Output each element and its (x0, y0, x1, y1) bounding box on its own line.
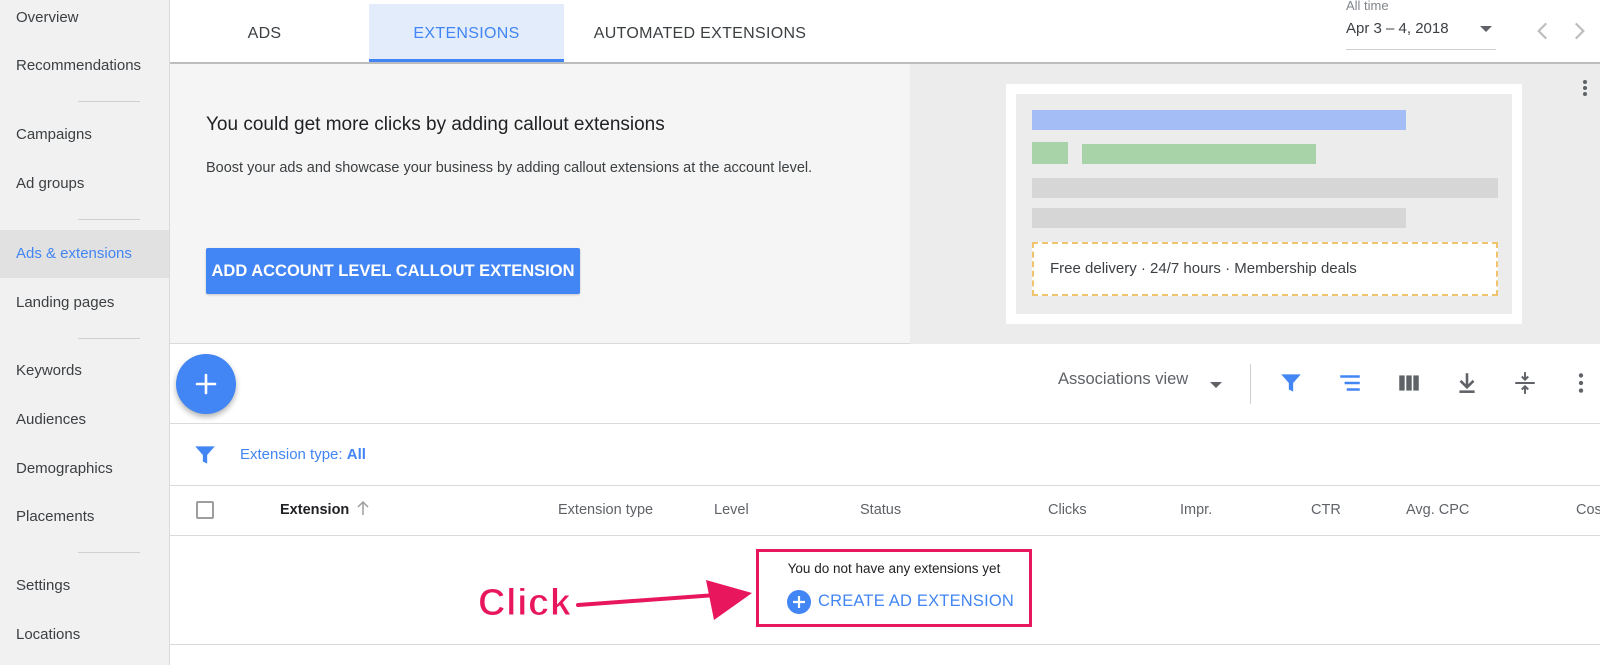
plus-icon (195, 373, 217, 395)
sidebar-item-demographics[interactable]: Demographics (0, 445, 169, 493)
more-options-icon[interactable] (1568, 370, 1594, 396)
chevron-left-icon[interactable] (1530, 18, 1556, 44)
empty-state-message: You do not have any extensions yet (787, 561, 1001, 576)
caret-down-icon[interactable] (1210, 382, 1222, 388)
preview-text-bar (1032, 178, 1498, 198)
sidebar-item-audiences[interactable]: Audiences (0, 396, 169, 444)
callout-recommendation-card: You could get more clicks by adding call… (170, 64, 1600, 344)
preview-callouts: Free delivery · 24/7 hours · Membership … (1032, 242, 1498, 296)
caret-down-icon (1480, 26, 1492, 32)
sidebar-item-campaigns[interactable]: Campaigns (0, 111, 169, 159)
sidebar-item-ad-groups[interactable]: Ad groups (0, 160, 169, 208)
date-range-caption: All time (1346, 0, 1389, 13)
annotation-label: Click (477, 582, 572, 625)
column-header-avg-cpc[interactable]: Avg. CPC (1406, 502, 1469, 518)
sidebar-divider (78, 219, 140, 220)
table-toolbar: Associations view (170, 344, 1600, 424)
column-header-extension-type[interactable]: Extension type (558, 502, 653, 518)
filter-icon[interactable] (192, 442, 218, 468)
sidebar: Overview Recommendations Campaigns Ad gr… (0, 0, 170, 665)
sort-ascending-icon[interactable] (356, 500, 370, 516)
view-selector[interactable]: Associations view (1058, 370, 1188, 389)
filter-row: Extension type: All (170, 424, 1600, 486)
segment-icon[interactable] (1337, 370, 1363, 396)
column-header-extension[interactable]: Extension (280, 502, 349, 518)
chevron-right-icon[interactable] (1566, 18, 1592, 44)
sidebar-item-ads-extensions[interactable]: Ads & extensions (0, 230, 169, 278)
add-callout-extension-button[interactable]: ADD ACCOUNT LEVEL CALLOUT EXTENSION (206, 248, 580, 294)
tab-bar: ADS EXTENSIONS AUTOMATED EXTENSIONS All … (170, 0, 1600, 64)
select-all-checkbox[interactable] (196, 501, 214, 519)
table-header: Extension Extension type Level Status Cl… (170, 486, 1600, 536)
columns-icon[interactable] (1396, 370, 1422, 396)
tab-extensions[interactable]: EXTENSIONS (369, 4, 564, 62)
filter-label: Extension type: (240, 446, 343, 463)
sidebar-item-recommendations[interactable]: Recommendations (0, 42, 169, 90)
date-range-value: Apr 3 – 4, 2018 (1346, 20, 1449, 37)
sidebar-divider (78, 101, 140, 102)
add-circle-icon (787, 590, 811, 614)
column-header-impressions[interactable]: Impr. (1180, 502, 1212, 518)
column-header-status[interactable]: Status (860, 502, 901, 518)
recommendation-content: You could get more clicks by adding call… (170, 64, 910, 344)
sidebar-divider (78, 338, 140, 339)
annotation-arrow-icon (576, 580, 752, 620)
column-header-clicks[interactable]: Clicks (1048, 502, 1087, 518)
column-header-level[interactable]: Level (714, 502, 749, 518)
sidebar-item-keywords[interactable]: Keywords (0, 347, 169, 395)
tab-automated-extensions[interactable]: AUTOMATED EXTENSIONS (572, 4, 828, 62)
preview-url-bar (1082, 144, 1316, 164)
preview-ad-badge-bar (1032, 142, 1068, 164)
tab-ads[interactable]: ADS (192, 4, 337, 62)
sidebar-item-landing-pages[interactable]: Landing pages (0, 279, 169, 327)
expand-icon[interactable] (1512, 370, 1538, 396)
toolbar-divider (1250, 364, 1251, 404)
download-icon[interactable] (1454, 370, 1480, 396)
filter-icon[interactable] (1278, 370, 1304, 396)
recommendation-title: You could get more clicks by adding call… (206, 114, 665, 135)
sidebar-item-overview[interactable]: Overview (0, 0, 169, 42)
sidebar-item-settings[interactable]: Settings (0, 562, 169, 610)
ad-preview-panel: Free delivery · 24/7 hours · Membership … (910, 64, 1600, 344)
filter-value: All (346, 446, 366, 463)
ad-preview: Free delivery · 24/7 hours · Membership … (1006, 84, 1522, 324)
ad-preview-body: Free delivery · 24/7 hours · Membership … (1016, 94, 1512, 314)
empty-state-highlight: You do not have any extensions yet CREAT… (756, 549, 1032, 627)
column-header-cost[interactable]: Cos (1576, 502, 1600, 518)
table-empty-state: You do not have any extensions yet CREAT… (170, 536, 1600, 645)
column-header-ctr[interactable]: CTR (1311, 502, 1341, 518)
more-options-icon[interactable] (1580, 78, 1590, 100)
create-ad-extension-label: CREATE AD EXTENSION (818, 592, 1015, 610)
add-button[interactable] (176, 354, 236, 414)
recommendation-description: Boost your ads and showcase your busines… (206, 160, 813, 176)
sidebar-divider (78, 552, 140, 553)
sidebar-item-locations[interactable]: Locations (0, 611, 169, 659)
filter-chip-extension-type[interactable]: Extension type: All (240, 446, 366, 463)
sidebar-item-placements[interactable]: Placements (0, 493, 169, 541)
preview-text-bar (1032, 208, 1406, 228)
preview-headline-bar (1032, 110, 1406, 130)
date-range-selector[interactable]: All time Apr 3 – 4, 2018 (1346, 0, 1496, 50)
